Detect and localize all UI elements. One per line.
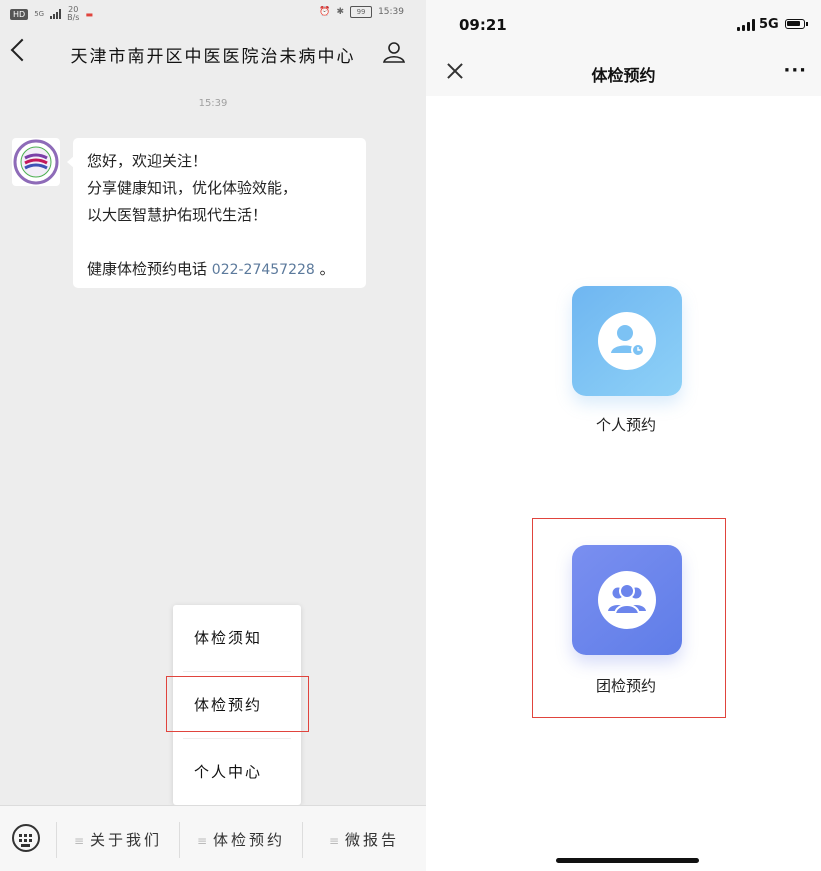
battery-icon: 99	[350, 6, 373, 18]
battery-tip	[806, 22, 808, 26]
keyboard-icon[interactable]	[12, 824, 40, 852]
signal-icon	[50, 9, 62, 19]
highlight-box	[166, 676, 309, 732]
status-bar: HD 5G 20 B/s ▬ ⏰ ✱ 99 15:39	[0, 0, 426, 26]
home-indicator[interactable]	[556, 858, 699, 863]
profile-icon[interactable]	[382, 40, 406, 64]
group-booking-label: 团检预约	[595, 677, 656, 695]
menu-item-exam-notice[interactable]: 体检须知	[173, 605, 301, 671]
network-label: 5G	[34, 10, 45, 18]
alarm-icon: ⏰	[319, 7, 331, 17]
menu-icon: ≡	[196, 834, 208, 848]
nav-bar: 体检预约 ···	[426, 46, 821, 96]
icon-circle	[598, 571, 656, 629]
booking-screen: 09:21 5G 体检预约 ··· 个人预约 团检预约	[426, 0, 821, 871]
network-label: 5G	[759, 17, 779, 32]
menu-icon: ≡	[328, 834, 340, 848]
group-booking-button[interactable]	[572, 545, 682, 655]
wechat-chat-screen: HD 5G 20 B/s ▬ ⏰ ✱ 99 15:39 天津市南开区中医医院治未病…	[0, 0, 426, 871]
avatar[interactable]	[12, 138, 60, 186]
status-time: 15:39	[378, 7, 404, 17]
personal-booking-label: 个人预约	[595, 416, 656, 434]
user-clock-icon	[611, 325, 645, 357]
menu-tab-exam-booking[interactable]: ≡ 体检预约	[180, 822, 302, 858]
personal-booking-button[interactable]	[572, 286, 682, 396]
nav-bar: 天津市南开区中医医院治未病中心	[0, 28, 426, 78]
menu-tab-report[interactable]: ≡ 微报告	[303, 822, 425, 858]
more-icon[interactable]: ···	[783, 60, 807, 81]
network-speed: 20 B/s	[67, 5, 80, 22]
message-line: 健康体检预约电话 022-27457228 。	[87, 260, 335, 278]
group-icon	[608, 583, 646, 615]
message-line: 分享健康知讯，优化体验效能，	[87, 179, 298, 197]
status-time: 09:21	[459, 16, 507, 34]
battery-icon	[785, 19, 805, 29]
page-title: 天津市南开区中医医院治未病中心	[70, 47, 356, 67]
menu-icon: ≡	[73, 834, 85, 848]
menu-tab-about[interactable]: ≡ 关于我们	[57, 822, 179, 858]
message-bubble: 您好，欢迎关注！ 分享健康知讯，优化体验效能， 以大医智慧护佑现代生活！ 健康体…	[67, 138, 366, 288]
record-icon: ▬	[85, 9, 93, 19]
page-title: 体检预约	[591, 66, 656, 85]
message-line: 您好，欢迎关注！	[87, 152, 208, 170]
menu-item-personal-center[interactable]: 个人中心	[173, 739, 301, 805]
message-line: 以大医智慧护佑现代生活！	[87, 206, 268, 224]
status-bar: 09:21 5G	[426, 0, 821, 46]
chat-timestamp: 15:39	[198, 98, 228, 109]
bluetooth-icon: ✱	[336, 7, 345, 17]
hospital-logo-icon	[13, 139, 59, 185]
phone-link[interactable]: 022-27457228	[212, 262, 315, 278]
hd-badge: HD	[10, 8, 29, 20]
icon-circle	[598, 312, 656, 370]
signal-icon	[737, 19, 755, 31]
bottom-menu-bar: ≡ 关于我们 ≡ 体检预约 ≡ 微报告	[0, 805, 426, 871]
